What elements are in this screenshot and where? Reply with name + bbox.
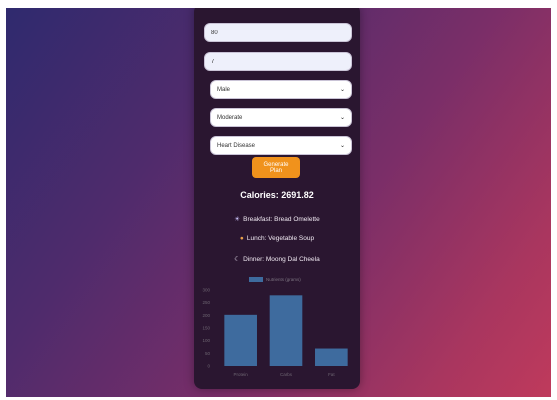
moon-icon: ☾ xyxy=(234,256,241,263)
gender-select-value: Male xyxy=(217,86,231,93)
meal-breakfast-text: Breakfast: Bread Omelette xyxy=(243,216,320,223)
x-tick-label: Fat xyxy=(328,372,335,377)
chart-legend: Nutrients (grams) xyxy=(249,277,301,282)
chevron-down-icon: ⌄ xyxy=(339,143,345,149)
meal-lunch: ● Lunch: Vegetable Soup xyxy=(194,235,360,242)
gender-select[interactable]: Male ⌄ xyxy=(210,80,352,99)
activity-select-value: Moderate xyxy=(217,114,243,121)
x-tick-label: Protein xyxy=(234,372,249,377)
meal-dinner: ☾ Dinner: Moong Dal Cheela xyxy=(194,255,360,263)
y-tick-label: 150 xyxy=(202,326,210,331)
bar-carbs xyxy=(269,295,303,366)
calories-result: Calories: 2691.82 xyxy=(240,190,314,200)
nutrients-bar-chart: 0 50 100 150 200 250 300 Protein Carbs Fat xyxy=(202,288,348,377)
height-input[interactable] xyxy=(204,52,352,71)
bowl-icon: ● xyxy=(239,235,244,242)
chevron-down-icon: ⌄ xyxy=(339,115,345,121)
bar-protein xyxy=(224,314,257,366)
sunrise-icon: ☀ xyxy=(234,216,241,223)
condition-select[interactable]: Heart Disease ⌄ xyxy=(210,136,352,155)
legend-swatch xyxy=(249,277,263,282)
chevron-down-icon: ⌄ xyxy=(339,87,345,93)
legend-label: Nutrients (grams) xyxy=(266,277,301,282)
page-background: Male ⌄ Moderate ⌄ Heart Disease ⌄ Genera… xyxy=(6,8,551,397)
y-tick-label: 50 xyxy=(205,351,211,356)
y-tick-label: 100 xyxy=(202,338,210,343)
meal-lunch-text: Lunch: Vegetable Soup xyxy=(246,235,315,242)
condition-select-value: Heart Disease xyxy=(217,142,256,149)
y-tick-label: 250 xyxy=(202,300,210,305)
y-tick-label: 0 xyxy=(207,364,210,369)
bar-fat xyxy=(315,348,348,366)
meal-breakfast: ☀ Breakfast: Bread Omelette xyxy=(194,215,360,223)
y-tick-label: 300 xyxy=(202,288,210,293)
y-tick-label: 200 xyxy=(202,313,210,318)
meal-dinner-text: Dinner: Moong Dal Cheela xyxy=(243,256,320,263)
generate-plan-button[interactable]: Generate Plan xyxy=(252,157,300,178)
diet-planner-card: Male ⌄ Moderate ⌄ Heart Disease ⌄ Genera… xyxy=(194,8,360,389)
x-tick-label: Carbs xyxy=(280,372,293,377)
activity-select[interactable]: Moderate ⌄ xyxy=(210,108,352,127)
weight-input[interactable] xyxy=(204,23,352,42)
